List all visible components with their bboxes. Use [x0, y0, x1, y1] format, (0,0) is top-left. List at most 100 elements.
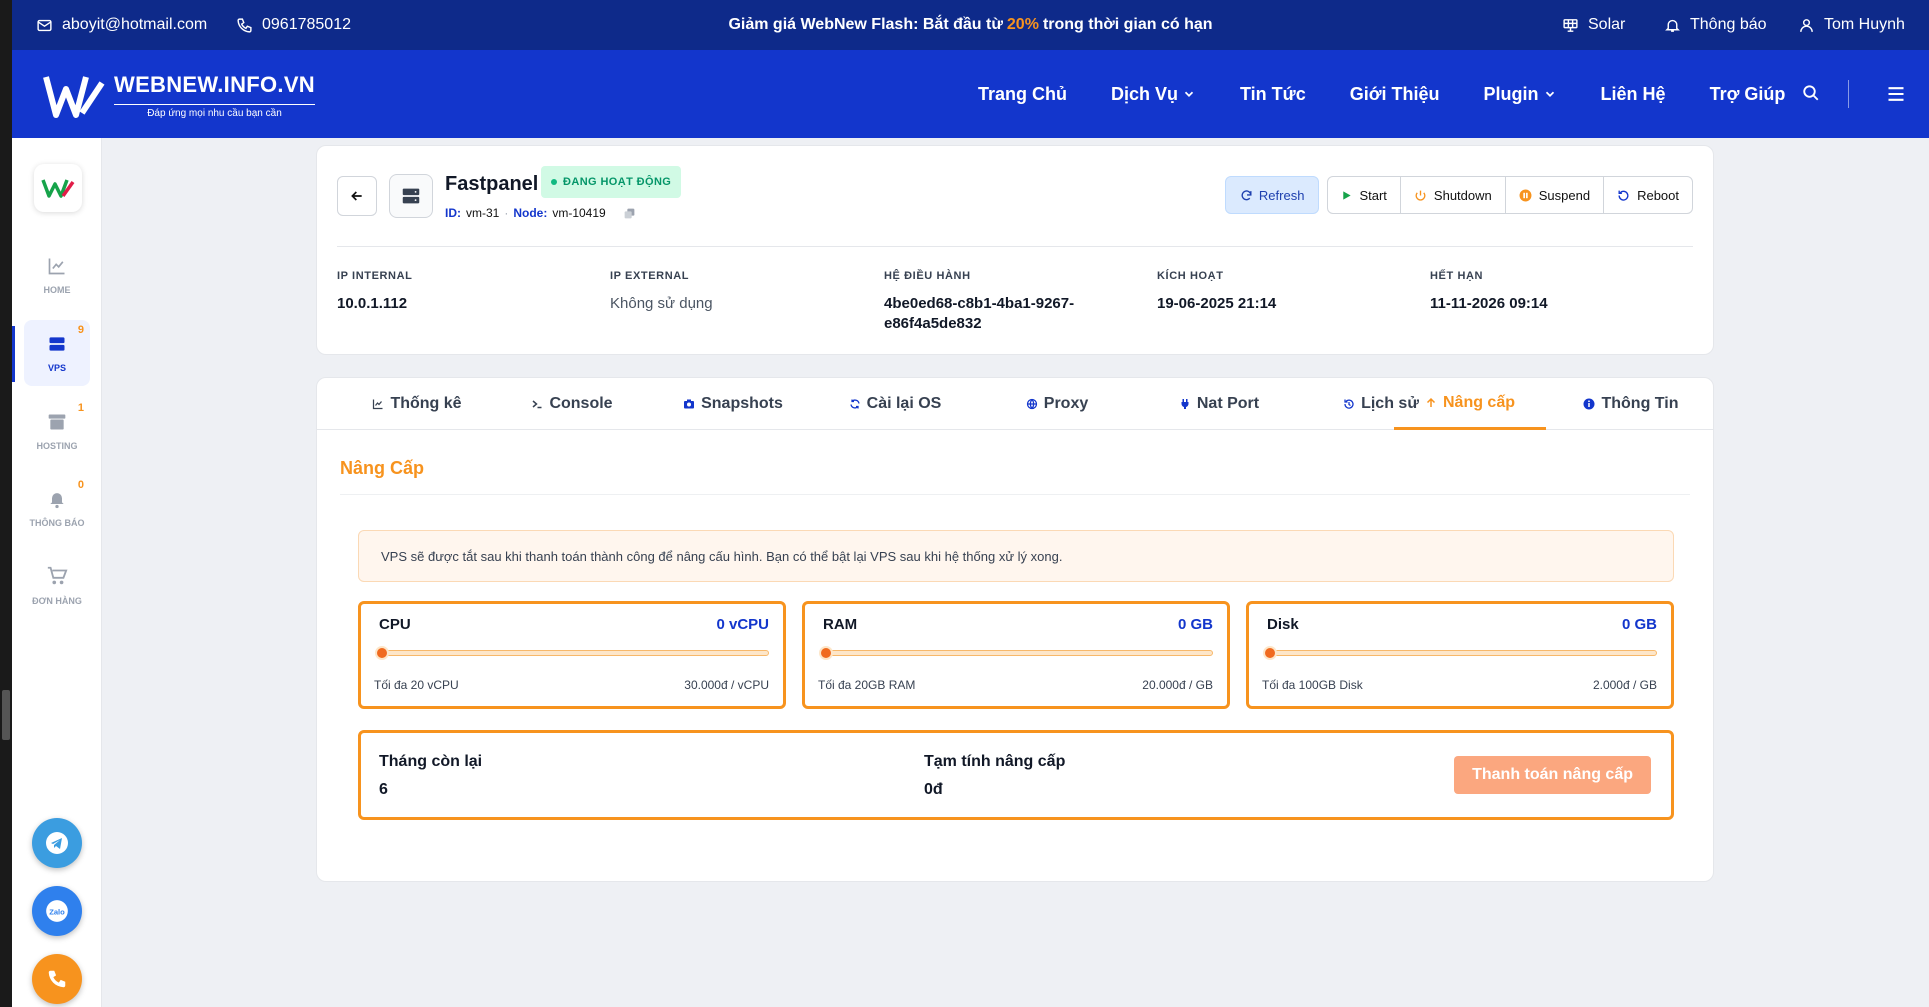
top-bar: Giảm giá WebNew Flash: Bắt đầu từ 20% tr… [12, 0, 1929, 50]
sidebar-item-home[interactable]: HOME [24, 242, 90, 308]
sidebar-item-hosting[interactable]: 1 HOSTING [24, 398, 90, 464]
tab-reinstall-os[interactable]: Cài lại OS [819, 378, 971, 430]
window-edge [0, 0, 12, 1007]
globe-icon [1026, 398, 1037, 410]
chevron-down-icon [1184, 91, 1194, 97]
estimate-value: 0đ [924, 781, 943, 798]
sidebar-item-vps[interactable]: 9 VPS [24, 320, 90, 386]
section-divider [340, 494, 1690, 495]
info-value: Không sử dụng [610, 295, 713, 312]
nav-item-label: Trợ Giúp [1709, 83, 1786, 104]
shutdown-button[interactable]: Shutdown [1401, 177, 1506, 213]
plug-icon [1181, 399, 1189, 409]
nav-item-plugin[interactable]: Plugin [1484, 84, 1557, 105]
ram-slider-track[interactable] [825, 650, 1213, 656]
reboot-button[interactable]: Reboot [1604, 177, 1692, 213]
chart-line-icon [48, 258, 65, 274]
cpu-slider-card: CPU 0 vCPU Tối đa 20 vCPU 30.000đ / vCPU [358, 601, 786, 709]
start-button[interactable]: Start [1328, 177, 1401, 213]
nav-item-home[interactable]: Trang Chủ [978, 84, 1067, 105]
vps-count-badge: 9 [77, 324, 84, 336]
disk-slider-track[interactable] [1269, 650, 1657, 656]
server-icon [49, 336, 65, 351]
tab-label: Cài lại OS [866, 395, 942, 412]
terminal-icon [532, 400, 542, 409]
solar-panel-icon [1563, 18, 1578, 32]
sidebar: HOME 9 VPS 1 HOSTING 0 THÔNG BÁO ĐƠN HÀN… [12, 138, 102, 1007]
vm-header-card: Fastpanel ĐANG HOẠT ĐỘNG ID: vm-31 · Nod… [316, 145, 1714, 355]
disk-slider-thumb[interactable] [1263, 646, 1277, 660]
chart-icon [373, 399, 383, 410]
tab-statistics[interactable]: Thống kê [347, 378, 487, 430]
call-button[interactable] [32, 954, 82, 1004]
nav-item-label: Liên Hệ [1600, 83, 1666, 104]
nav-item-about[interactable]: Giới Thiệu [1350, 84, 1440, 105]
email-link[interactable]: aboyit@hotmail.com [36, 0, 207, 50]
notifications-label: Thông báo [1690, 16, 1767, 33]
cpu-slider-thumb[interactable] [375, 646, 389, 660]
id-label: ID: [445, 206, 461, 220]
site-logo[interactable]: WEBNEW.INFO.VN Đáp ứng mọi nhu cầu bạn c… [42, 72, 315, 119]
info-label: IP INTERNAL [337, 270, 413, 282]
telegram-button[interactable] [32, 818, 82, 868]
nav-item-label: Dịch Vụ [1111, 83, 1179, 104]
server-avatar [389, 174, 433, 218]
copy-icon[interactable] [623, 207, 636, 220]
email-text: aboyit@hotmail.com [62, 16, 208, 33]
sidebar-item-orders[interactable]: ĐƠN HÀNG [24, 552, 90, 618]
info-activated: KÍCH HOẠT 19-06-2025 21:14 [1157, 270, 1407, 314]
phone-icon [237, 17, 252, 33]
sync-icon [850, 399, 860, 409]
phone-link[interactable]: 0961785012 [236, 0, 351, 50]
notifications-link[interactable]: Thông báo [1664, 0, 1767, 50]
tab-snapshots[interactable]: Snapshots [657, 378, 809, 430]
resource-price: 30.000đ / vCPU [684, 678, 769, 692]
cpu-slider-track[interactable] [381, 650, 769, 656]
suspend-label: Suspend [1538, 187, 1591, 203]
ram-slider-card: RAM 0 GB Tối đa 20GB RAM 20.000đ / GB [802, 601, 1230, 709]
nav-item-contact[interactable]: Liên Hệ [1601, 84, 1666, 105]
info-label: HẾT HẠN [1430, 270, 1484, 282]
sidebar-item-notifications[interactable]: 0 THÔNG BÁO [24, 475, 90, 541]
nav-item-services[interactable]: Dịch Vụ [1111, 84, 1196, 105]
search-icon[interactable] [1802, 84, 1820, 102]
refresh-button[interactable]: Refresh [1224, 176, 1320, 214]
nav-item-label: Trang Chủ [978, 83, 1067, 104]
sidebar-logo[interactable] [34, 164, 82, 212]
refresh-icon [1241, 189, 1252, 200]
theme-toggle[interactable]: Solar [1562, 0, 1625, 50]
suspend-button[interactable]: Suspend [1506, 177, 1605, 213]
tab-label: Nat Port [1196, 395, 1260, 412]
back-button[interactable] [337, 176, 377, 216]
tab-console[interactable]: Console [497, 378, 647, 430]
sidebar-item-label: ĐƠN HÀNG [32, 595, 82, 606]
nav-item-help[interactable]: Trợ Giúp [1710, 84, 1786, 105]
envelope-icon [37, 19, 52, 31]
info-value: 4be0ed68-c8b1-4ba1-9267-e86f4a5de832 [884, 295, 1075, 332]
sidebar-item-label: HOSTING [36, 440, 78, 451]
user-icon [1800, 18, 1813, 32]
info-os: HỆ ĐIỀU HÀNH 4be0ed68-c8b1-4ba1-9267-e86… [884, 270, 1084, 334]
tab-info[interactable]: Thông Tin [1555, 378, 1707, 430]
info-label: IP EXTERNAL [610, 270, 690, 282]
webnew-logo-icon [43, 75, 105, 118]
arrow-left-icon [351, 191, 362, 201]
power-icon [1415, 190, 1426, 201]
pay-upgrade-button[interactable]: Thanh toán nâng cấp [1454, 756, 1651, 794]
hamburger-menu-icon[interactable] [1886, 84, 1906, 104]
scroll-handle[interactable] [2, 690, 10, 740]
ram-slider-thumb[interactable] [819, 646, 833, 660]
tab-upgrade[interactable]: Nâng cấp [1394, 378, 1546, 430]
nav-item-news[interactable]: Tin Tức [1240, 84, 1306, 105]
months-value: 6 [379, 781, 388, 798]
history-icon [1344, 399, 1354, 409]
tab-proxy[interactable]: Proxy [981, 378, 1133, 430]
user-menu[interactable]: Tom Huynh [1798, 0, 1905, 50]
sidebar-item-label: HOME [43, 284, 71, 295]
active-indicator [12, 326, 15, 382]
phone-icon [48, 970, 66, 988]
tab-nat-port[interactable]: Nat Port [1143, 378, 1295, 430]
zalo-button[interactable]: Zalo [32, 886, 82, 936]
resource-limit: Tối đa 100GB Disk [1262, 678, 1363, 692]
camera-icon [684, 399, 695, 409]
